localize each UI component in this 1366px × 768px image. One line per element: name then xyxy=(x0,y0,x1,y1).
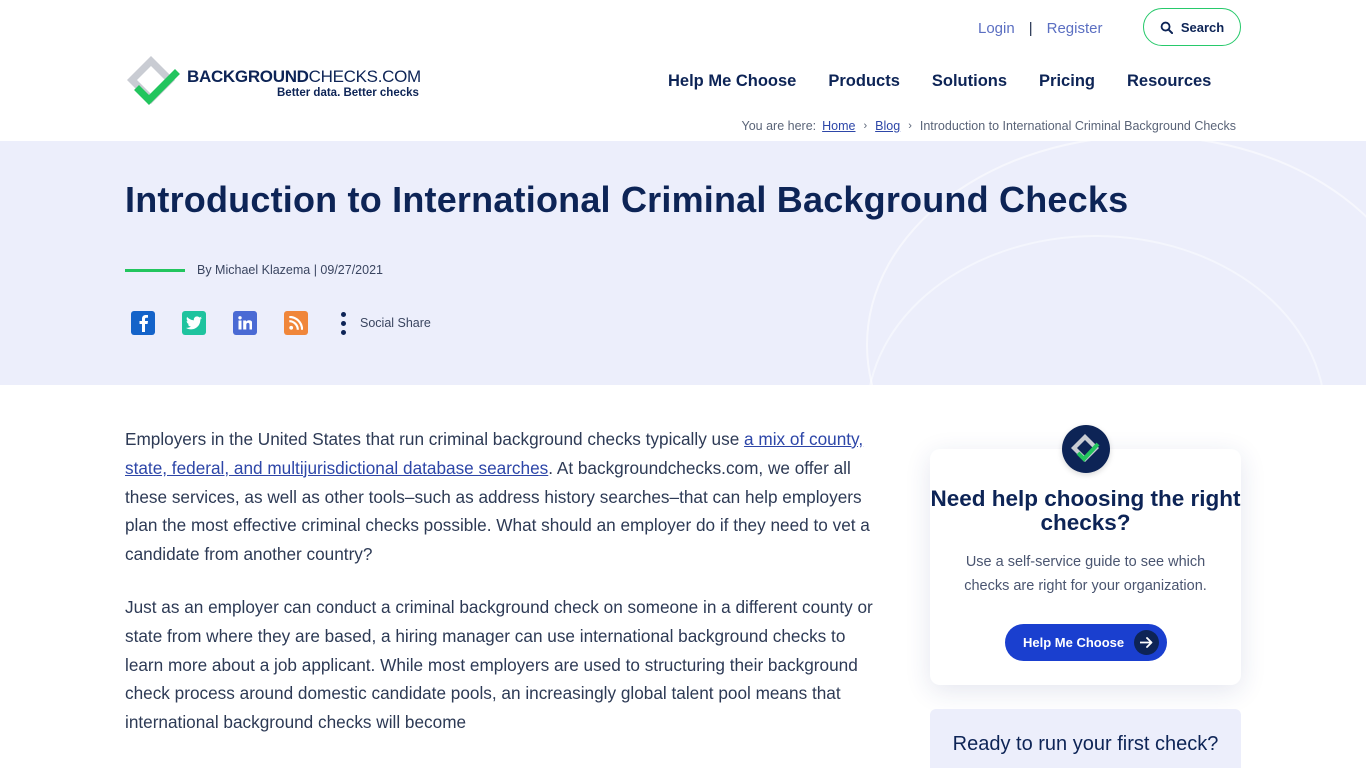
breadcrumb-current: Introduction to International Criminal B… xyxy=(919,119,1236,133)
social-share-bar: Social Share xyxy=(131,311,431,335)
login-link[interactable]: Login xyxy=(978,20,1015,37)
help-choose-card: Need help choosing the right checks? Use… xyxy=(930,449,1241,685)
page-title: Introduction to International Criminal B… xyxy=(125,179,1129,220)
breadcrumb: You are here: Home › Blog › Introduction… xyxy=(742,119,1236,133)
arrow-right-icon xyxy=(1134,630,1159,655)
account-links: Login | Register xyxy=(978,18,1102,38)
facebook-icon[interactable] xyxy=(131,311,155,335)
help-card-title: Need help choosing the right checks? xyxy=(930,486,1241,535)
nav-help-me-choose[interactable]: Help Me Choose xyxy=(668,72,796,91)
breadcrumb-home[interactable]: Home xyxy=(822,119,855,133)
ready-card-title: Ready to run your first check? xyxy=(952,733,1219,755)
article-paragraph: Just as an employer can conduct a crimin… xyxy=(125,596,873,733)
title-accent-rule xyxy=(125,269,185,272)
twitter-icon[interactable] xyxy=(182,311,206,335)
nav-solutions[interactable]: Solutions xyxy=(932,72,1007,91)
article-body: Employers in the United States that run … xyxy=(125,425,885,761)
register-link[interactable]: Register xyxy=(1047,20,1103,37)
nav-resources[interactable]: Resources xyxy=(1127,72,1211,91)
article-hero: Introduction to International Criminal B… xyxy=(0,141,1366,385)
breadcrumb-chevron-icon: › xyxy=(908,120,912,132)
help-me-choose-button[interactable]: Help Me Choose xyxy=(1005,624,1167,661)
logo-tagline: Better data. Better checks xyxy=(277,87,419,99)
article-byline: By Michael Klazema | 09/27/2021 xyxy=(197,263,383,277)
search-icon xyxy=(1160,21,1173,34)
more-vertical-icon[interactable] xyxy=(341,311,346,335)
logo-wordmark: BACKGROUNDCHECKS.COM xyxy=(187,67,421,86)
main-nav: Help Me Choose Products Solutions Pricin… xyxy=(668,72,1211,91)
linkedin-icon[interactable] xyxy=(233,311,257,335)
ready-to-run-card: Ready to run your first check? xyxy=(930,709,1241,768)
logo-check-icon xyxy=(127,56,180,105)
logo-badge-icon xyxy=(1062,425,1110,473)
breadcrumb-chevron-icon: › xyxy=(863,120,868,132)
help-button-label: Help Me Choose xyxy=(1023,635,1125,650)
breadcrumb-blog[interactable]: Blog xyxy=(875,119,900,133)
social-share-label: Social Share xyxy=(360,316,431,330)
article-paragraph: Employers in the United States that run … xyxy=(125,429,870,565)
nav-products[interactable]: Products xyxy=(828,72,900,91)
site-header: BACKGROUNDCHECKS.COM Better data. Better… xyxy=(0,0,1366,141)
nav-pricing[interactable]: Pricing xyxy=(1039,72,1095,91)
search-button-label: Search xyxy=(1180,19,1225,35)
rss-icon[interactable] xyxy=(284,311,308,335)
link-separator: | xyxy=(1028,19,1033,37)
site-logo[interactable]: BACKGROUNDCHECKS.COM Better data. Better… xyxy=(125,54,435,108)
search-button[interactable]: Search xyxy=(1143,8,1241,46)
help-card-text: Use a self-service guide to see which ch… xyxy=(964,554,1207,594)
breadcrumb-prefix: You are here: xyxy=(741,119,817,133)
